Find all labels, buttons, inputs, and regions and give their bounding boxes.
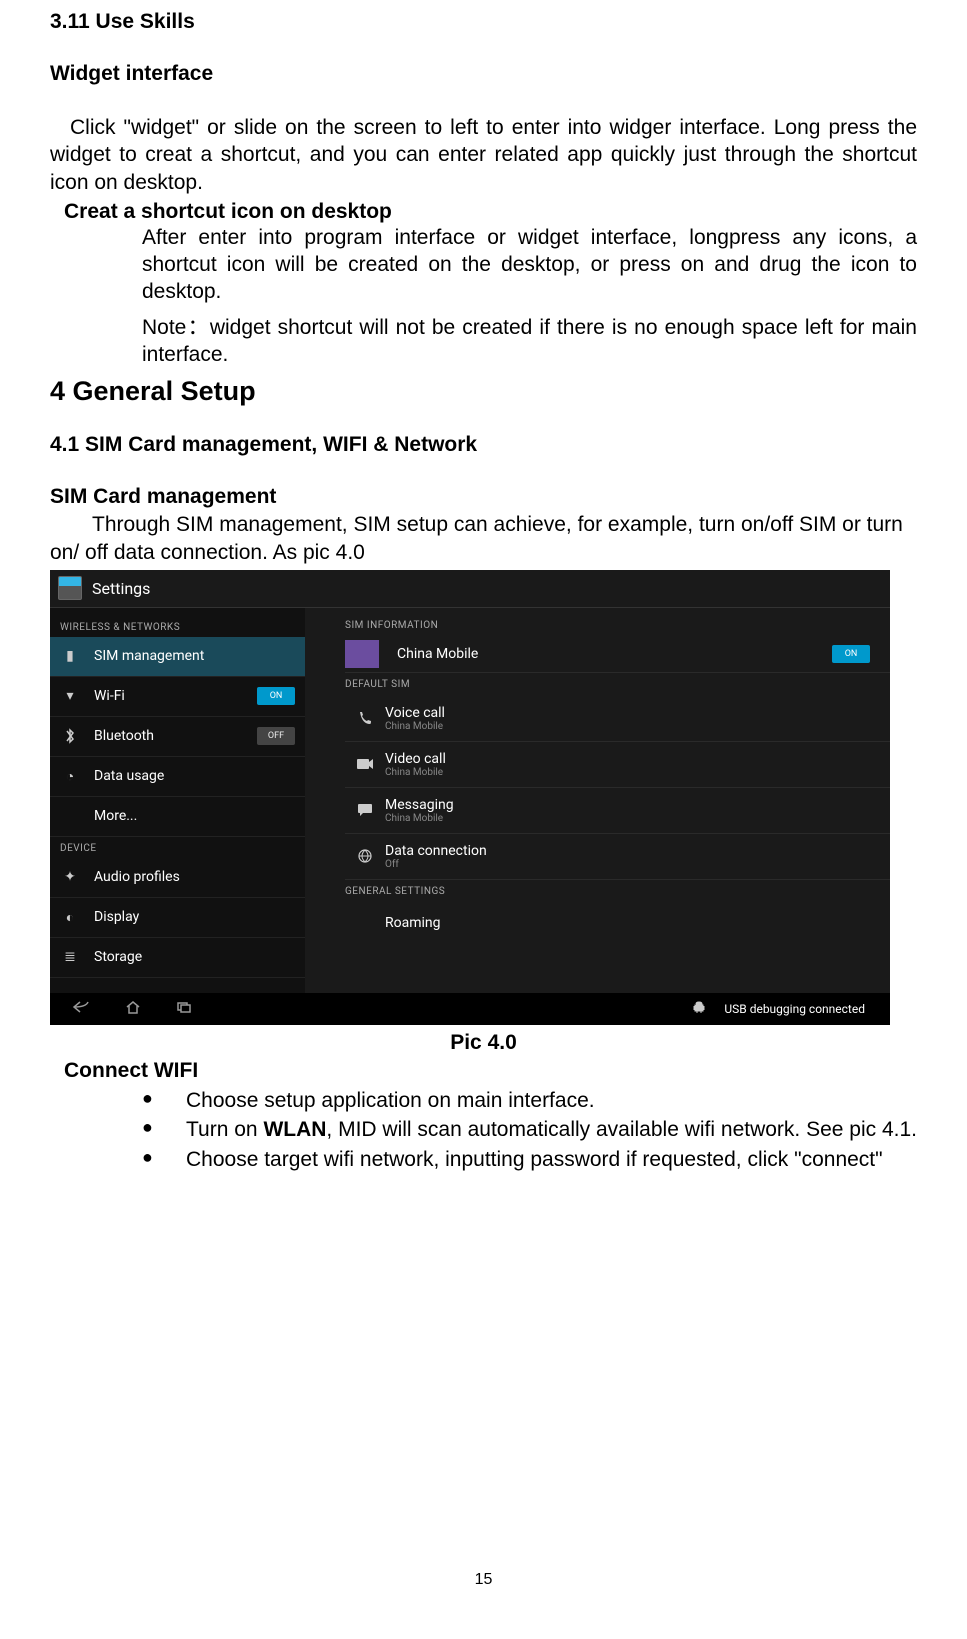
more-label: More...	[94, 808, 295, 824]
wifi-icon: ▾	[60, 686, 80, 706]
sidebar-item-bluetooth[interactable]: Bluetooth OFF	[50, 717, 305, 757]
display-label: Display	[94, 909, 295, 925]
roaming-label: Roaming	[385, 915, 441, 931]
sim-label: SIM management	[94, 648, 295, 664]
android-icon	[692, 1000, 706, 1018]
home-icon[interactable]	[125, 999, 141, 1018]
china-mobile-label: China Mobile	[397, 646, 832, 662]
video-call-row[interactable]: Video call China Mobile	[345, 742, 890, 788]
widget-para: Click "widget" or slide on the screen to…	[50, 114, 917, 196]
display-icon: ◐	[60, 907, 80, 927]
sidebar-item-display[interactable]: ◐ Display	[50, 898, 305, 938]
messaging-row[interactable]: Messaging China Mobile	[345, 788, 890, 834]
usb-text: USB debugging connected	[724, 1002, 865, 1016]
shortcut-para-1: After enter into program interface or wi…	[142, 224, 917, 306]
data-usage-label: Data usage	[94, 768, 295, 784]
wifi-toggle[interactable]: ON	[257, 687, 295, 705]
voice-call-sub: China Mobile	[385, 721, 445, 732]
back-icon[interactable]	[72, 999, 90, 1018]
settings-sidebar: WIRELESS & NETWORKS ▮ SIM management ▾ W…	[50, 608, 305, 1025]
china-mobile-row[interactable]: China Mobile ON	[345, 637, 890, 673]
voice-call-title: Voice call	[385, 705, 445, 721]
settings-title: Settings	[92, 579, 150, 598]
bluetooth-label: Bluetooth	[94, 728, 257, 744]
sim-information-label: SIM INFORMATION	[345, 614, 890, 637]
settings-detail-panel: SIM INFORMATION China Mobile ON DEFAULT …	[305, 608, 890, 1025]
bullet-2: Turn on WLAN, MID will scan automaticall…	[142, 1116, 917, 1143]
audio-label: Audio profiles	[94, 869, 295, 885]
default-sim-label: DEFAULT SIM	[345, 673, 890, 696]
roaming-row[interactable]: Roaming	[345, 903, 890, 943]
bluetooth-icon	[60, 726, 80, 746]
settings-icon	[58, 576, 82, 600]
data-connection-row[interactable]: Data connection Off	[345, 834, 890, 880]
bullet-3: Choose target wifi network, inputting pa…	[142, 1146, 917, 1173]
device-category-label: DEVICE	[50, 837, 305, 858]
usb-notification[interactable]: USB debugging connected	[692, 1000, 865, 1018]
widget-interface-heading: Widget interface	[50, 62, 917, 86]
sim-para: Through SIM management, SIM setup can ac…	[50, 511, 917, 566]
messaging-title: Messaging	[385, 797, 454, 813]
sim-management-heading: SIM Card management	[50, 485, 917, 509]
sim-icon: ▮	[60, 646, 80, 666]
section-3-11-heading: 3.11 Use Skills	[50, 10, 917, 34]
sidebar-item-data-usage[interactable]: ◔ Data usage	[50, 757, 305, 797]
voice-call-row[interactable]: Voice call China Mobile	[345, 696, 890, 742]
shortcut-heading: Creat a shortcut icon on desktop	[64, 200, 917, 224]
bullet-1: Choose setup application on main interfa…	[142, 1087, 917, 1114]
data-conn-title: Data connection	[385, 843, 487, 859]
wireless-category-label: WIRELESS & NETWORKS	[50, 616, 305, 637]
general-settings-label: GENERAL SETTINGS	[345, 880, 890, 903]
messaging-sub: China Mobile	[385, 813, 454, 824]
data-conn-sub: Off	[385, 859, 487, 870]
shortcut-para-2: Note：widget shortcut will not be created…	[142, 314, 917, 369]
audio-icon: ✦	[60, 867, 80, 887]
sidebar-item-more[interactable]: More...	[50, 797, 305, 837]
video-call-title: Video call	[385, 751, 446, 767]
sidebar-item-audio[interactable]: ✦ Audio profiles	[50, 858, 305, 898]
video-call-icon	[345, 757, 385, 771]
sidebar-item-sim-management[interactable]: ▮ SIM management	[50, 637, 305, 677]
china-mobile-toggle[interactable]: ON	[832, 645, 870, 663]
android-settings-screenshot: Settings WIRELESS & NETWORKS ▮ SIM manag…	[50, 570, 890, 1025]
sidebar-item-storage[interactable]: ≣ Storage	[50, 938, 305, 978]
recent-apps-icon[interactable]	[176, 999, 192, 1018]
android-navbar: USB debugging connected	[50, 993, 890, 1025]
section-4-heading: 4 General Setup	[50, 376, 917, 407]
sim-color-indicator	[345, 640, 379, 668]
sidebar-item-wifi[interactable]: ▾ Wi-Fi ON	[50, 677, 305, 717]
connect-wifi-heading: Connect WIFI	[64, 1059, 917, 1083]
bluetooth-toggle[interactable]: OFF	[257, 727, 295, 745]
storage-label: Storage	[94, 949, 295, 965]
storage-icon: ≣	[60, 947, 80, 967]
phone-icon	[345, 710, 385, 726]
titlebar: Settings	[50, 570, 890, 608]
figure-caption: Pic 4.0	[50, 1031, 917, 1055]
messaging-icon	[345, 803, 385, 817]
wifi-label: Wi-Fi	[94, 688, 257, 704]
globe-icon	[345, 848, 385, 864]
section-4-1-heading: 4.1 SIM Card management, WIFI & Network	[50, 433, 917, 457]
video-call-sub: China Mobile	[385, 767, 446, 778]
page-number: 15	[0, 1571, 967, 1589]
data-usage-icon: ◔	[60, 766, 80, 786]
